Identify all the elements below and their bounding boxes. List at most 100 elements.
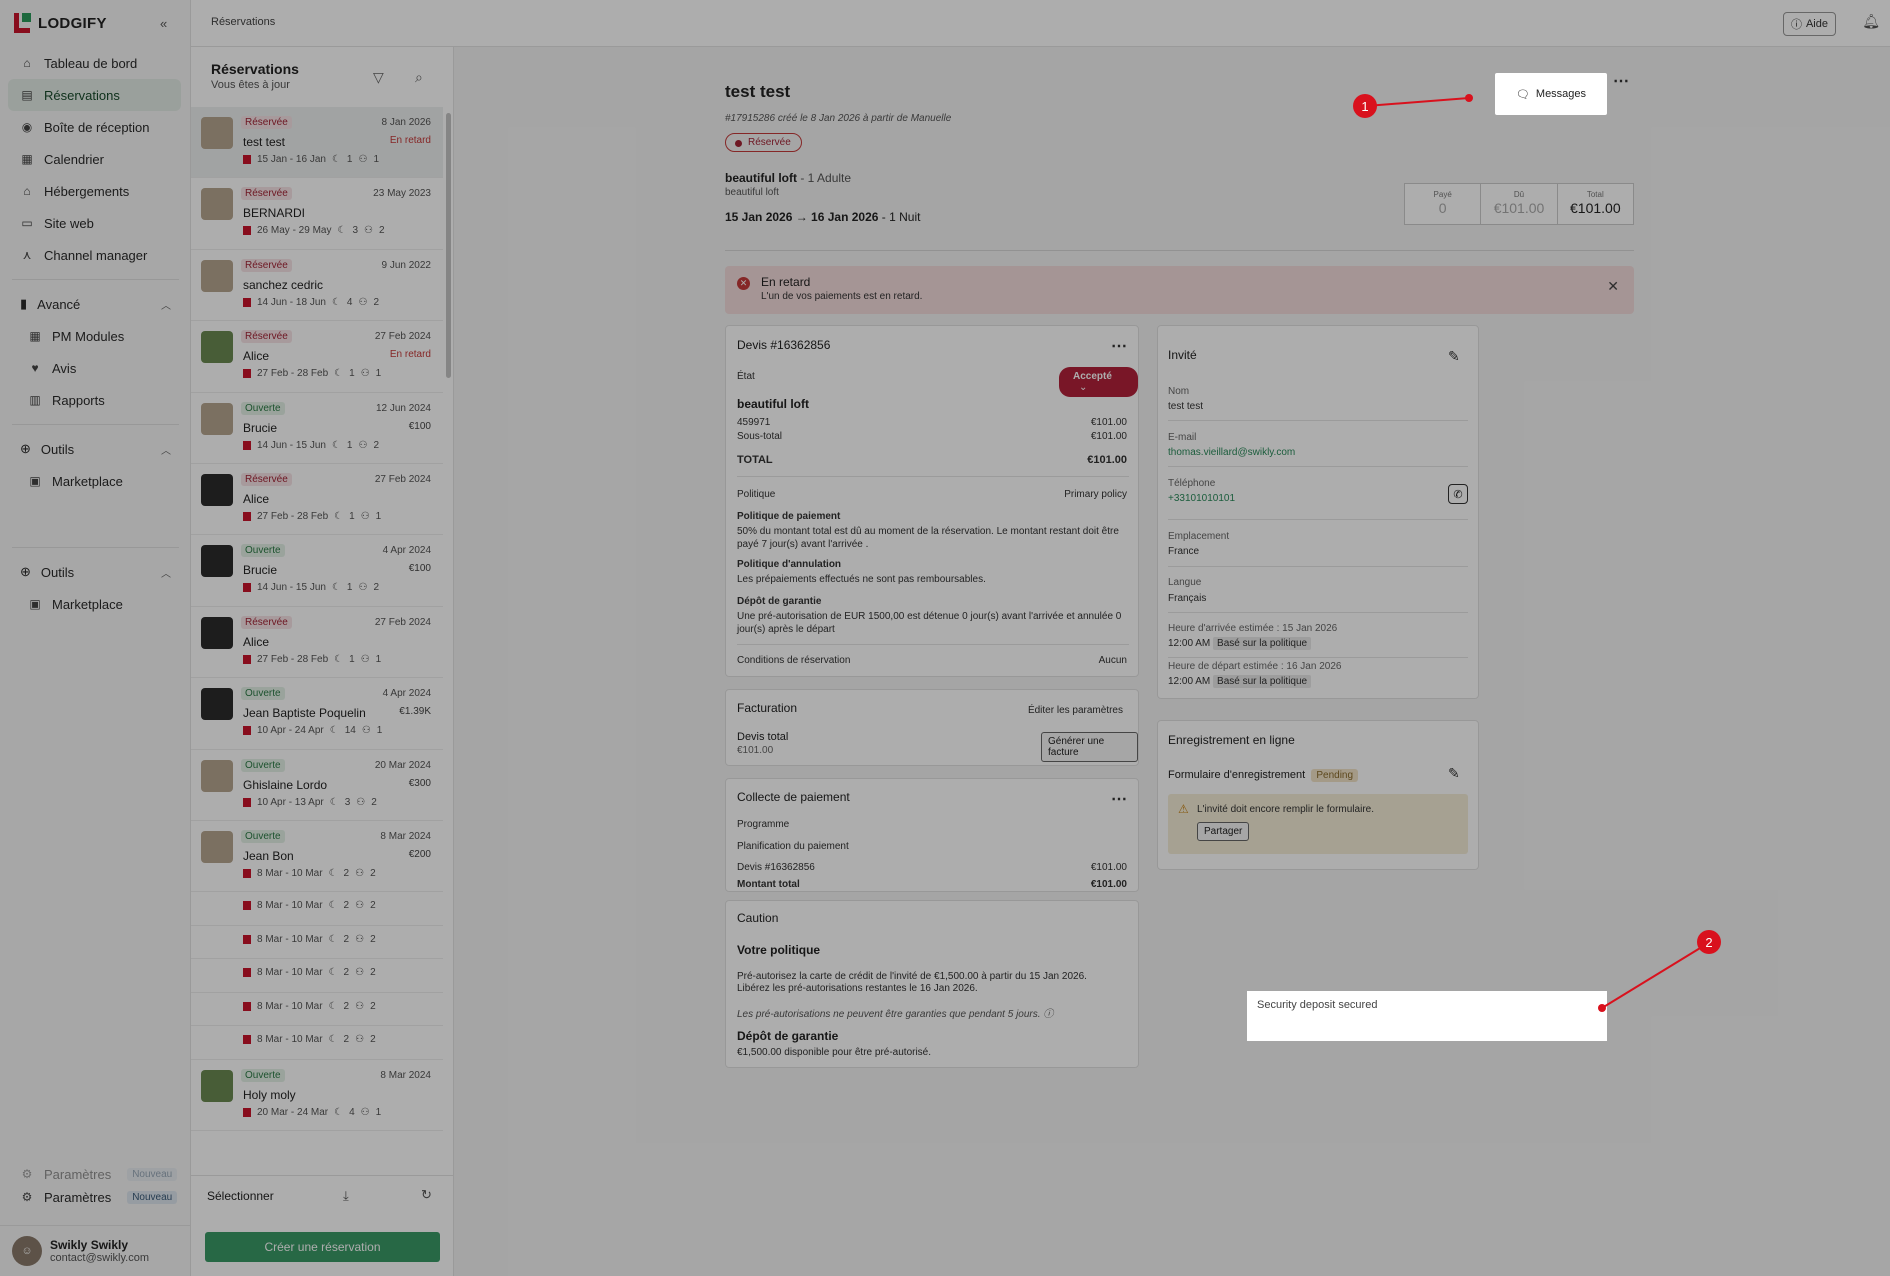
guest-email[interactable]: thomas.vieillard@swikly.com bbox=[1168, 447, 1295, 458]
stay-range: 8 Mar - 10 Mar bbox=[257, 1034, 323, 1046]
list-item[interactable]: 8 Mar - 10 Mar ☾ 2 ⚇ 2 bbox=[191, 993, 443, 1027]
arrival-time: 12:00 AM Basé sur la politique bbox=[1168, 637, 1312, 650]
list-item[interactable]: 8 Mar - 10 Mar ☾ 2 ⚇ 2 bbox=[191, 1026, 443, 1060]
share-button[interactable]: Partager bbox=[1197, 822, 1250, 841]
bell-icon[interactable]: 🔔︎ bbox=[1862, 13, 1880, 30]
list-item[interactable]: Réservée 23 May 2023 BERNARDI 26 May - 29 M… bbox=[191, 178, 443, 250]
guests-icon: ⚇ bbox=[360, 1106, 370, 1118]
download-icon[interactable]: ⤓ bbox=[343, 1188, 349, 1204]
more-options-icon[interactable]: ⋯ bbox=[1111, 336, 1128, 356]
guest-phone[interactable]: +33101010101 bbox=[1168, 493, 1235, 504]
row-note: €300 bbox=[408, 777, 431, 789]
list-item[interactable]: Réservée 27 Feb 2024 Alice 27 Feb - 28 Feb ☾… bbox=[191, 464, 443, 536]
collapse-sidebar-icon[interactable]: « bbox=[160, 16, 167, 31]
subtotal-label: Sous-total bbox=[737, 431, 783, 442]
list-item[interactable]: Ouverte 8 Mar 2024 Jean Bon €200 8 Mar - 10 … bbox=[191, 821, 443, 893]
list-item[interactable]: Ouverte 4 Apr 2024 Jean Baptiste Poquelin €… bbox=[191, 678, 443, 750]
help-icon: ⓘ bbox=[1790, 19, 1802, 31]
user-profile[interactable]: ☺ Swikly Swikly contact@swikly.com bbox=[0, 1225, 191, 1276]
guest-name-label: Nom bbox=[1168, 386, 1190, 397]
divider bbox=[1168, 566, 1468, 567]
calendar-icon: ▦ bbox=[21, 152, 33, 166]
whatsapp-icon[interactable]: ✆ bbox=[1448, 484, 1468, 504]
help-button[interactable]: ⓘ Aide bbox=[1782, 12, 1836, 36]
select-button[interactable]: Sélectionner bbox=[207, 1189, 274, 1203]
close-icon[interactable]: ✕ bbox=[1607, 278, 1619, 295]
breadcrumb[interactable]: Réservations bbox=[211, 16, 275, 28]
plus-circle-icon: ⊕ bbox=[20, 441, 31, 456]
list-item[interactable]: Réservée 9 Jun 2022 sanchez cedric 14 Jun -… bbox=[191, 250, 443, 322]
nav-item-channel-manager[interactable]: ⋏ Channel manager bbox=[0, 239, 191, 271]
moon-icon: ☾ bbox=[334, 653, 344, 665]
nav-item-reviews[interactable]: ♥ Avis bbox=[0, 352, 191, 384]
scrollbar-thumb[interactable] bbox=[446, 113, 451, 378]
refresh-icon[interactable]: ↻ bbox=[421, 1187, 432, 1203]
info-icon[interactable]: ⓘ bbox=[1043, 1009, 1053, 1020]
row-meta: 20 Mar - 24 Mar ☾ 4 ⚇ 1 bbox=[243, 1107, 381, 1118]
nights-count: 1 bbox=[346, 439, 353, 451]
generate-invoice-button[interactable]: Générer une facture bbox=[1041, 732, 1138, 762]
list-item[interactable]: Réservée 27 Feb 2024 Alice 27 Feb - 28 Feb ☾… bbox=[191, 607, 443, 679]
nav-item-calendar[interactable]: ▦ Calendrier bbox=[0, 143, 191, 175]
property-flag-icon bbox=[243, 226, 251, 236]
nav-item-website[interactable]: ▭ Site web bbox=[0, 207, 191, 239]
nav-item-marketplace-duplicate[interactable]: ▣ Marketplace bbox=[0, 588, 191, 620]
guests-count: 2 bbox=[370, 1000, 376, 1012]
edit-settings-link[interactable]: Éditer les paramètres bbox=[1028, 705, 1123, 716]
edit-pencil-icon[interactable]: ✎ bbox=[1448, 348, 1461, 365]
list-item[interactable]: 8 Mar - 10 Mar ☾ 2 ⚇ 2 bbox=[191, 959, 443, 993]
caution-line-1: Pré-autorisez la carte de crédit de l'in… bbox=[737, 971, 1087, 982]
list-item[interactable]: Réservée 27 Feb 2024 Alice En retard 27 Feb … bbox=[191, 321, 443, 393]
list-item[interactable]: Ouverte 20 Mar 2024 Ghislaine Lordo €300 10 … bbox=[191, 750, 443, 821]
book-icon: ▤ bbox=[21, 88, 33, 102]
list-item[interactable]: Ouverte 4 Apr 2024 Brucie €100 14 Jun - 15 J… bbox=[191, 535, 443, 607]
stay-range: 8 Mar - 10 Mar bbox=[257, 900, 323, 912]
create-reservation-button[interactable]: Créer une réservation bbox=[205, 1232, 440, 1262]
filter-icon[interactable]: ▽ bbox=[373, 69, 384, 86]
nav-section-tools-duplicate[interactable]: ⊕ Outils ︿ bbox=[0, 556, 191, 588]
list-scrollbar[interactable] bbox=[444, 107, 452, 1175]
nav-section-tools[interactable]: ⊕ Outils ︿ bbox=[0, 433, 191, 465]
brand-logo[interactable]: LODGIFY bbox=[14, 13, 107, 33]
nav-item-inbox[interactable]: ◉ Boîte de réception bbox=[0, 111, 191, 143]
stay-range: 10 Apr - 13 Apr bbox=[257, 796, 324, 808]
property-thumbnail bbox=[201, 830, 233, 863]
collect-total-label: Montant total bbox=[737, 879, 800, 890]
nav-item-pm-modules[interactable]: ▦ PM Modules bbox=[0, 320, 191, 352]
more-options-icon[interactable]: ⋯ bbox=[1613, 71, 1630, 91]
edit-pencil-icon[interactable]: ✎ bbox=[1448, 765, 1461, 782]
list-item[interactable]: 8 Mar - 10 Mar ☾ 2 ⚇ 2 bbox=[191, 892, 443, 926]
state-dropdown[interactable]: Accepté ⌄ bbox=[1059, 367, 1138, 397]
messages-button[interactable]: 🗨︎ Messages bbox=[1495, 73, 1607, 115]
guest-name: test test bbox=[243, 135, 286, 149]
nav-item-reservations[interactable]: ▤ Réservations bbox=[8, 79, 181, 111]
property-thumbnail bbox=[201, 688, 233, 721]
house-icon: ⌂ bbox=[23, 184, 31, 198]
nav-item-reports[interactable]: ▥ Rapports bbox=[0, 384, 191, 416]
stay-range: 10 Apr - 24 Apr bbox=[257, 725, 324, 737]
moon-icon: ☾ bbox=[331, 439, 341, 451]
nights-count: 4 bbox=[346, 296, 353, 308]
more-options-icon[interactable]: ⋯ bbox=[1111, 789, 1128, 809]
list-item[interactable]: Ouverte 12 Jun 2024 Brucie €100 14 Jun - 15 … bbox=[191, 393, 443, 464]
property-flag-icon bbox=[243, 1001, 251, 1011]
moon-icon: ☾ bbox=[331, 154, 341, 165]
moon-icon: ☾ bbox=[328, 1000, 338, 1012]
nav-section-advanced[interactable]: ▮ Avancé ︿ bbox=[0, 288, 191, 320]
list-item[interactable]: Ouverte 8 Mar 2024 Holy moly 20 Mar - 24 Ma… bbox=[191, 1060, 443, 1132]
search-icon[interactable]: ⌕ bbox=[415, 69, 423, 86]
guest-name: Jean Baptiste Poquelin bbox=[243, 706, 366, 721]
list-item[interactable]: Réservée 8 Jan 2026 test test En retard 15 J… bbox=[191, 107, 443, 179]
nav-item-properties[interactable]: ⌂ Hébergements bbox=[0, 175, 191, 207]
guest-card: Invité ✎ Nom test test E-mail thomas.vie… bbox=[1157, 325, 1479, 699]
bookmark-icon: ▮ bbox=[20, 296, 28, 311]
property-flag-icon bbox=[243, 868, 251, 878]
nav-item-marketplace[interactable]: ▣ Marketplace bbox=[0, 465, 191, 497]
row-meta: 10 Apr - 24 Apr ☾ 14 ⚇ 1 bbox=[243, 725, 382, 736]
guest-name: Alice bbox=[243, 491, 270, 506]
list-item[interactable]: 8 Mar - 10 Mar ☾ 2 ⚇ 2 bbox=[191, 926, 443, 960]
divider bbox=[1168, 519, 1468, 520]
collect-quote-label: Devis #16362856 bbox=[737, 862, 815, 873]
nav-item-settings[interactable]: ⚙ Paramètres Nouveau bbox=[0, 1181, 191, 1213]
nav-item-dashboard[interactable]: ⌂ Tableau de bord bbox=[0, 47, 191, 79]
